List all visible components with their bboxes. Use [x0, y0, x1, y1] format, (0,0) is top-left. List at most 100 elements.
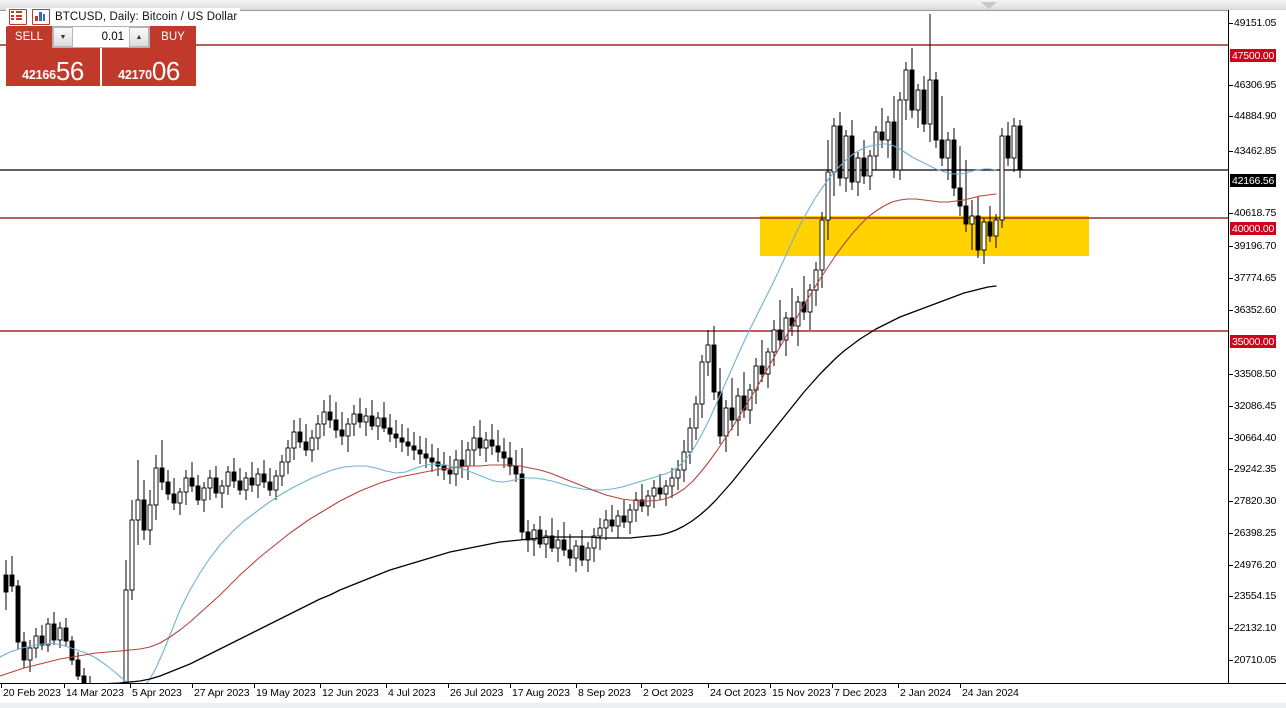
candle-body	[159, 467, 165, 483]
chart-plot-area[interactable]	[0, 10, 1228, 683]
candle-body	[153, 467, 159, 506]
candle-body	[513, 465, 519, 475]
candle-body	[303, 441, 309, 451]
candle	[435, 448, 441, 476]
candle	[603, 510, 609, 540]
sell-button-label[interactable]: SELL	[6, 26, 52, 48]
tick-dash	[1229, 150, 1233, 152]
candle	[951, 128, 957, 196]
volume-decrease-button[interactable]: ▼	[53, 27, 73, 47]
candle-body	[615, 515, 621, 527]
candle	[567, 534, 573, 566]
time-tick	[960, 684, 961, 688]
candle-body	[3, 574, 9, 593]
price-tick-label: 27820.30	[1234, 495, 1277, 507]
tick-dash	[1229, 564, 1233, 566]
candle	[963, 160, 969, 232]
candle-body	[123, 589, 129, 683]
one-click-trading-panel: SELL ▼ 0.01 ▲ BUY 42166 56 42170 06	[6, 26, 196, 86]
candle-body	[657, 487, 663, 495]
price-level-tag[interactable]: 40000.00	[1230, 222, 1277, 235]
buy-button-label[interactable]: BUY	[150, 26, 196, 48]
price-tick: 27820.30	[1229, 495, 1276, 507]
candle-body	[759, 365, 765, 375]
candle	[141, 480, 147, 540]
price-tick-label: 29242.35	[1234, 463, 1277, 475]
candle	[669, 468, 675, 498]
candle	[411, 432, 417, 460]
time-tick	[448, 684, 449, 688]
candle	[483, 432, 489, 462]
time-axis-label: 24 Jan 2024	[962, 687, 1019, 699]
candle	[357, 398, 363, 428]
candle-body	[267, 481, 273, 491]
candle	[339, 412, 345, 445]
yellow-supply-zone	[760, 216, 1089, 256]
sell-price-major: 42166	[22, 67, 56, 82]
candle-body	[603, 519, 609, 529]
candle	[921, 76, 927, 132]
price-level-tag[interactable]: 42166.56	[1230, 174, 1277, 187]
tick-dash	[1229, 468, 1233, 470]
candle	[225, 466, 231, 495]
candles-layer	[3, 14, 1023, 683]
time-axis-label: 8 Sep 2023	[578, 687, 631, 699]
volume-input[interactable]: 0.01	[73, 27, 129, 47]
candle	[645, 490, 651, 516]
price-tick: 40618.75	[1229, 207, 1276, 219]
candle	[957, 146, 963, 216]
candle	[153, 455, 159, 520]
candle-body	[693, 403, 699, 429]
candle	[195, 475, 201, 505]
candle	[687, 418, 693, 464]
time-tick	[832, 684, 833, 688]
sell-price-minor: 56	[55, 56, 84, 86]
price-tick-label: 20710.05	[1234, 654, 1277, 666]
candle-body	[897, 99, 903, 171]
candle-body	[381, 417, 387, 429]
candle-body	[477, 437, 483, 449]
candle-body	[351, 413, 357, 425]
candle	[267, 468, 273, 496]
price-level-tag[interactable]: 35000.00	[1230, 335, 1277, 348]
candle	[309, 430, 315, 462]
price-tick: 33508.50	[1229, 368, 1276, 380]
price-level-tag[interactable]: 47500.00	[1230, 49, 1277, 62]
candle-body	[447, 469, 453, 475]
candle-body	[993, 219, 999, 237]
candle-body	[423, 453, 429, 459]
chart-icon[interactable]	[32, 8, 50, 25]
buy-button[interactable]: 42170 06	[102, 48, 196, 86]
candle	[861, 140, 867, 184]
candle	[63, 618, 69, 646]
candle-body	[393, 433, 399, 439]
candle	[795, 296, 801, 346]
price-tick-label: 49151.05	[1234, 17, 1277, 29]
time-axis-label: 15 Nov 2023	[772, 687, 831, 699]
price-tick: 29242.35	[1229, 463, 1276, 475]
sell-button[interactable]: 42166 56	[6, 48, 100, 86]
time-axis-label: 2 Jan 2024	[900, 687, 951, 699]
price-tick: 22132.10	[1229, 622, 1276, 634]
candle	[915, 84, 921, 128]
candle-body	[651, 487, 657, 497]
candle-body	[195, 485, 201, 501]
candle-body	[225, 471, 231, 487]
candle	[831, 118, 837, 196]
volume-stepper[interactable]: ▼ 0.01 ▲	[52, 26, 150, 48]
candle-body	[843, 135, 849, 179]
candle	[897, 92, 903, 180]
candle-body	[15, 585, 21, 643]
candle-body	[999, 135, 1005, 221]
candle-body	[1005, 135, 1011, 159]
data-window-icon[interactable]	[9, 8, 27, 25]
price-axis[interactable]: 49151.05 46306.95 44884.90 43462.85 40618.75…	[1228, 10, 1286, 683]
triangle-down-icon[interactable]	[981, 2, 997, 9]
candle	[21, 632, 27, 668]
candle	[879, 108, 885, 148]
candle	[1017, 120, 1023, 178]
candle-body	[861, 157, 867, 177]
candle-body	[501, 451, 507, 459]
volume-increase-button[interactable]: ▲	[129, 27, 149, 47]
candle-body	[945, 139, 951, 159]
